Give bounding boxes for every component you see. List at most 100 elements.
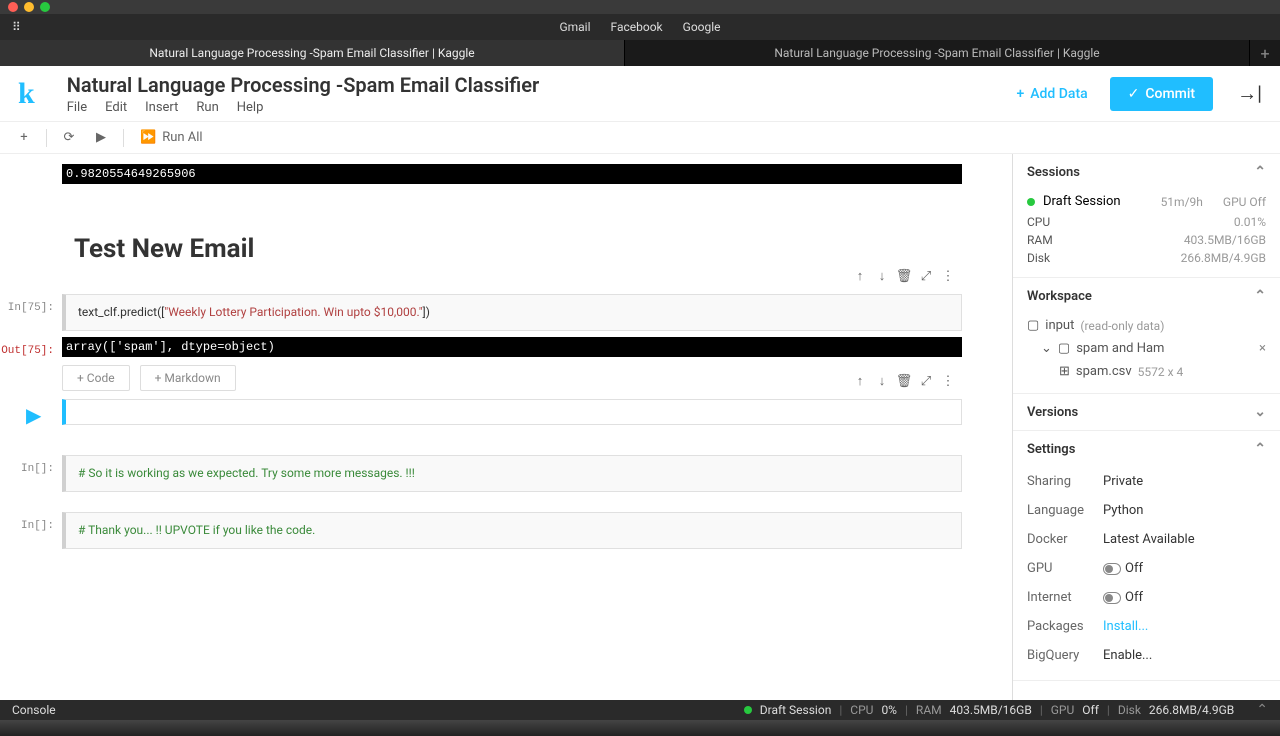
packages-link[interactable]: Install... (1103, 619, 1148, 634)
ws-file-label: spam.csv (1076, 364, 1132, 379)
move-down-icon[interactable]: ↓ (872, 371, 892, 391)
browser-tab-1[interactable]: Natural Language Processing -Spam Email … (0, 40, 625, 66)
code-input[interactable]: # Thank you... !! UPVOTE if you like the… (62, 512, 962, 549)
minimize-window-icon[interactable] (24, 2, 34, 12)
workspace-header[interactable]: Workspace ⌃ (1013, 278, 1280, 314)
maximize-window-icon[interactable] (40, 2, 50, 12)
code-text: ]) (423, 305, 430, 319)
run-cell-icon[interactable]: ▶ (26, 403, 41, 427)
more-icon[interactable]: ⋮ (938, 371, 958, 391)
browser-chrome (0, 0, 1280, 14)
notebook-area[interactable]: 0.9820554649265906 Test New Email In[75]… (0, 154, 1012, 700)
cell-comment-1[interactable]: In[]: # So it is working as we expected.… (0, 455, 1008, 492)
console-cpu-value: 0% (881, 703, 897, 717)
code-string: "Weekly Lottery Participation. Win upto … (164, 305, 422, 319)
notebook-toolbar: + ⟳ ▶ ⏩ Run All (0, 122, 1280, 154)
close-window-icon[interactable] (8, 2, 18, 12)
output-array: array(['spam'], dtype=object) (62, 337, 962, 357)
bookmark-gmail[interactable]: Gmail (559, 20, 590, 34)
more-icon[interactable]: ⋮ (938, 266, 958, 286)
delete-icon[interactable]: 🗑 (894, 371, 914, 391)
chevron-up-icon[interactable]: ⌃ (1256, 702, 1268, 718)
cell-active-empty[interactable]: ▶ ↑ ↓ 🗑 ⤢ ⋮ (0, 399, 1008, 425)
internet-label: Internet (1027, 590, 1103, 605)
add-markdown-button[interactable]: + Markdown (140, 365, 236, 391)
move-up-icon[interactable]: ↑ (850, 371, 870, 391)
console-cpu-label: CPU (850, 703, 873, 717)
output-accuracy: 0.9820554649265906 (62, 164, 962, 184)
kaggle-logo[interactable]: k (18, 77, 35, 111)
workspace-folder[interactable]: ⌄ ▢ spam and Ham × (1027, 337, 1266, 360)
collapse-icon[interactable]: ⤢ (916, 266, 936, 286)
settings-title: Settings (1027, 442, 1075, 457)
sessions-header[interactable]: Sessions ⌃ (1013, 154, 1280, 190)
folder-icon: ▢ (1058, 341, 1070, 356)
sharing-value[interactable]: Private (1103, 474, 1143, 489)
macos-dock[interactable] (0, 720, 1280, 736)
versions-header[interactable]: Versions ⌄ (1013, 394, 1280, 430)
run-all-button[interactable]: ⏩ Run All (132, 130, 211, 145)
add-code-button[interactable]: + Code (62, 365, 130, 391)
code-input-active[interactable] (62, 399, 962, 425)
collapse-icon[interactable]: ⤢ (916, 371, 936, 391)
menu-run[interactable]: Run (196, 100, 218, 115)
console-label: Console (12, 703, 56, 717)
ram-label: RAM (1027, 233, 1053, 247)
console-bar[interactable]: Console Draft Session | CPU 0% | RAM 403… (0, 700, 1280, 720)
code-input[interactable]: # So it is working as we expected. Try s… (62, 455, 962, 492)
commit-button[interactable]: ✓ Commit (1110, 77, 1213, 111)
docker-label: Docker (1027, 532, 1103, 547)
fast-forward-icon: ⏩ (140, 130, 156, 145)
console-disk-value: 266.8MB/4.9GB (1149, 703, 1234, 717)
settings-section: Settings ⌃ SharingPrivate LanguagePython… (1013, 431, 1280, 681)
run-button[interactable]: ▶ (87, 126, 115, 150)
menu-bar: File Edit Insert Run Help (67, 100, 1003, 115)
kaggle-header: k Natural Language Processing -Spam Emai… (0, 66, 1280, 122)
versions-title: Versions (1027, 405, 1078, 420)
bookmark-google[interactable]: Google (683, 20, 721, 34)
cell-prompt: In[75]: (0, 294, 62, 331)
menu-file[interactable]: File (67, 100, 87, 115)
new-tab-button[interactable]: + (1250, 40, 1280, 66)
browser-tab-2[interactable]: Natural Language Processing -Spam Email … (625, 40, 1250, 66)
workspace-section: Workspace ⌃ ▢ input (read-only data) ⌄ ▢… (1013, 278, 1280, 394)
console-ram-value: 403.5MB/16GB (950, 703, 1032, 717)
internet-toggle[interactable]: Off (1103, 590, 1143, 605)
tab-bar: Natural Language Processing -Spam Email … (0, 40, 1280, 66)
bookmark-facebook[interactable]: Facebook (611, 20, 663, 34)
cell-comment-2[interactable]: In[]: # Thank you... !! UPVOTE if you li… (0, 512, 1008, 549)
menu-edit[interactable]: Edit (105, 100, 127, 115)
workspace-input[interactable]: ▢ input (read-only data) (1027, 314, 1266, 337)
language-label: Language (1027, 503, 1103, 518)
code-input[interactable]: text_clf.predict(["Weekly Lottery Partic… (62, 294, 962, 331)
run-all-label: Run All (162, 130, 202, 145)
workspace-title: Workspace (1027, 289, 1092, 304)
collapse-sidebar-button[interactable]: →| (1237, 81, 1262, 106)
code-comment: # Thank you... !! UPVOTE if you like the… (78, 523, 315, 537)
menu-help[interactable]: Help (237, 100, 264, 115)
cell-prompt: In[]: (0, 512, 62, 549)
versions-section: Versions ⌄ (1013, 394, 1280, 431)
cell-in-75[interactable]: In[75]: ↑ ↓ 🗑 ⤢ ⋮ text_clf.predict(["Wee… (0, 294, 1008, 331)
ws-folder-label: spam and Ham (1076, 341, 1164, 356)
apps-icon[interactable]: ⠿ (12, 20, 21, 34)
add-cell-button[interactable]: + (10, 126, 38, 150)
gpu-label: GPU (1027, 561, 1103, 576)
bigquery-link[interactable]: Enable... (1103, 648, 1152, 663)
bigquery-label: BigQuery (1027, 648, 1103, 663)
move-up-icon[interactable]: ↑ (850, 266, 870, 286)
language-value[interactable]: Python (1103, 503, 1143, 518)
console-gpu-value: Off (1082, 703, 1099, 717)
add-data-button[interactable]: + Add Data (1002, 78, 1101, 110)
settings-header[interactable]: Settings ⌃ (1013, 431, 1280, 467)
workspace-file[interactable]: ⊞ spam.csv 5572 x 4 (1027, 360, 1266, 383)
remove-icon[interactable]: × (1259, 341, 1266, 356)
gpu-value: Off (1125, 561, 1143, 576)
docker-value[interactable]: Latest Available (1103, 532, 1195, 547)
gpu-toggle[interactable]: Off (1103, 561, 1143, 576)
restart-button[interactable]: ⟳ (55, 126, 83, 150)
menu-insert[interactable]: Insert (145, 100, 178, 115)
session-time: 51m/9h (1161, 195, 1203, 209)
delete-icon[interactable]: 🗑 (894, 266, 914, 286)
move-down-icon[interactable]: ↓ (872, 266, 892, 286)
